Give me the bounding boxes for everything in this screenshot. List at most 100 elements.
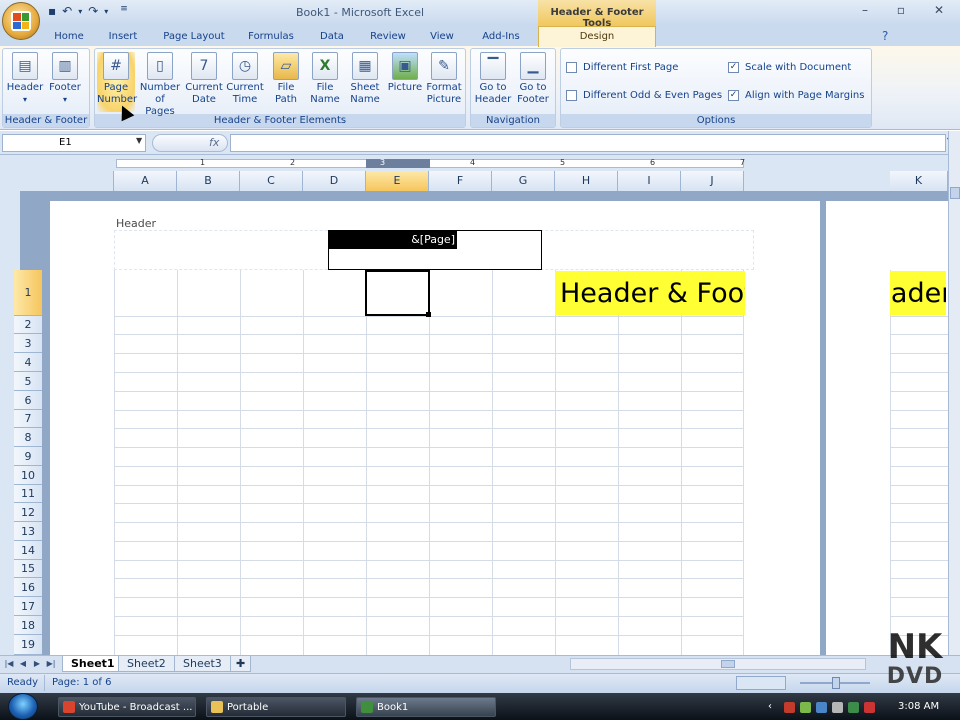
column-header[interactable]: K xyxy=(890,171,948,191)
row-header[interactable]: 8 xyxy=(14,428,42,447)
tray-icon[interactable] xyxy=(784,702,795,713)
picture-button[interactable]: ▣ Picture xyxy=(386,52,424,112)
zoom-thumb[interactable] xyxy=(832,677,840,689)
scale-with-document-option[interactable]: ✓ Scale with Document xyxy=(728,62,851,73)
tab-page-layout[interactable]: Page Layout xyxy=(158,27,230,46)
row-header[interactable]: 12 xyxy=(14,503,42,522)
row-header[interactable]: 17 xyxy=(14,597,42,616)
save-icon[interactable]: ▪ xyxy=(48,4,56,20)
maximize-button[interactable]: ▫ xyxy=(888,0,914,20)
select-all-corner[interactable] xyxy=(0,171,114,191)
tab-home[interactable]: Home xyxy=(48,27,90,46)
taskbar-item-book1[interactable]: Book1 xyxy=(356,697,496,717)
tray-icon[interactable] xyxy=(864,702,875,713)
customize-qat-icon[interactable]: ≡ xyxy=(120,4,128,20)
go-to-header-button[interactable]: ▔ Go to Header xyxy=(474,52,512,112)
next-sheet-icon[interactable]: ▶ xyxy=(32,658,42,669)
row-header[interactable]: 6 xyxy=(14,391,42,410)
volume-icon[interactable] xyxy=(832,702,843,713)
row-header[interactable]: 15 xyxy=(14,560,42,578)
row-header[interactable]: 19 xyxy=(14,635,42,655)
row-header[interactable]: 3 xyxy=(14,334,42,353)
file-name-button[interactable]: X File Name xyxy=(306,52,344,112)
fx-icon[interactable]: fx xyxy=(209,136,219,149)
tray-icon[interactable] xyxy=(848,702,859,713)
column-header[interactable]: A xyxy=(114,171,177,191)
redo-dropdown-icon[interactable]: ▾ xyxy=(104,7,108,20)
row-header[interactable]: 13 xyxy=(14,522,42,541)
format-picture-button[interactable]: ✎ Format Picture xyxy=(425,52,463,112)
column-header[interactable]: I xyxy=(618,171,681,191)
sheet-tab-sheet1[interactable]: Sheet1 xyxy=(62,656,124,672)
sheet-tab-sheet2[interactable]: Sheet2 xyxy=(118,656,175,672)
header-button[interactable]: ▤ Header ▾ xyxy=(6,52,44,112)
row-header[interactable]: 10 xyxy=(14,466,42,485)
row-header[interactable]: 7 xyxy=(14,410,42,428)
tab-review[interactable]: Review xyxy=(362,27,414,46)
active-cell[interactable] xyxy=(365,270,430,316)
last-sheet-icon[interactable]: ▶| xyxy=(46,658,56,669)
vertical-scrollbar[interactable] xyxy=(948,131,960,655)
file-path-button[interactable]: ▱ File Path xyxy=(267,52,305,112)
different-odd-even-option[interactable]: Different Odd & Even Pages xyxy=(566,90,722,101)
row-header[interactable]: 2 xyxy=(14,316,42,334)
name-box[interactable]: E1 xyxy=(2,134,146,152)
row-header[interactable]: 5 xyxy=(14,372,42,391)
footer-button[interactable]: ▥ Footer ▾ xyxy=(46,52,84,112)
column-header[interactable]: C xyxy=(240,171,303,191)
go-to-footer-button[interactable]: ▁ Go to Footer xyxy=(514,52,552,112)
column-header[interactable]: J xyxy=(681,171,744,191)
current-date-button[interactable]: 7 Current Date xyxy=(185,52,223,112)
checkbox-checked[interactable]: ✓ xyxy=(728,90,739,101)
row-header[interactable]: 4 xyxy=(14,353,42,372)
first-sheet-icon[interactable]: |◀ xyxy=(4,658,14,669)
tab-insert[interactable]: Insert xyxy=(100,27,146,46)
different-first-page-option[interactable]: Different First Page xyxy=(566,62,678,73)
taskbar-item-portable[interactable]: Portable xyxy=(206,697,346,717)
help-icon[interactable]: ? xyxy=(882,29,888,43)
zoom-slider[interactable] xyxy=(790,676,870,690)
column-header-active[interactable]: E xyxy=(366,171,429,191)
column-header[interactable]: B xyxy=(177,171,240,191)
tray-expand-icon[interactable]: ‹ xyxy=(768,701,772,712)
undo-dropdown-icon[interactable]: ▾ xyxy=(78,7,82,20)
checkbox[interactable] xyxy=(566,62,577,73)
tab-add-ins[interactable]: Add-Ins xyxy=(472,27,530,46)
taskbar-clock[interactable]: 3:08 AM xyxy=(898,701,939,712)
page-number-field[interactable]: &[Page] xyxy=(329,231,457,249)
banner-cell-text[interactable]: Header & Footer xyxy=(555,271,745,315)
row-header[interactable]: 18 xyxy=(14,616,42,635)
checkbox[interactable] xyxy=(566,90,577,101)
row-header[interactable]: 14 xyxy=(14,541,42,560)
close-button[interactable]: ✕ xyxy=(926,0,952,20)
align-page-margins-option[interactable]: ✓ Align with Page Margins xyxy=(728,90,864,101)
column-header[interactable]: H xyxy=(555,171,618,191)
row-header[interactable]: 9 xyxy=(14,447,42,466)
row-header[interactable]: 11 xyxy=(14,485,42,503)
office-button[interactable] xyxy=(2,2,40,40)
number-of-pages-button[interactable]: ▯ Number of Pages xyxy=(139,52,181,117)
tab-design[interactable]: Design xyxy=(538,26,656,47)
taskbar-item-youtube[interactable]: YouTube - Broadcast ... xyxy=(58,697,196,717)
current-time-button[interactable]: ◷ Current Time xyxy=(226,52,264,112)
row-header-active[interactable]: 1 xyxy=(14,270,42,316)
banner-cell-text-page2[interactable]: Header & Footer xyxy=(890,271,946,315)
start-button-icon[interactable] xyxy=(8,693,38,720)
tab-view[interactable]: View xyxy=(420,27,464,46)
redo-icon[interactable]: ↷ xyxy=(88,4,98,20)
column-header[interactable]: G xyxy=(492,171,555,191)
prev-sheet-icon[interactable]: ◀ xyxy=(18,658,28,669)
sheet-tab-sheet3[interactable]: Sheet3 xyxy=(174,656,231,672)
name-box-dropdown-icon[interactable]: ▼ xyxy=(136,136,142,145)
horizontal-scrollbar[interactable] xyxy=(570,658,866,670)
tab-formulas[interactable]: Formulas xyxy=(240,27,302,46)
tray-icon[interactable] xyxy=(800,702,811,713)
scroll-thumb[interactable] xyxy=(721,660,735,668)
formula-input[interactable] xyxy=(230,134,946,152)
row-header[interactable]: 16 xyxy=(14,578,42,597)
checkbox-checked[interactable]: ✓ xyxy=(728,62,739,73)
fill-handle[interactable] xyxy=(426,312,431,317)
scroll-thumb[interactable] xyxy=(950,187,960,199)
insert-sheet-icon[interactable]: ✚ xyxy=(230,656,252,672)
page-number-button[interactable]: # Page Number xyxy=(97,52,137,112)
